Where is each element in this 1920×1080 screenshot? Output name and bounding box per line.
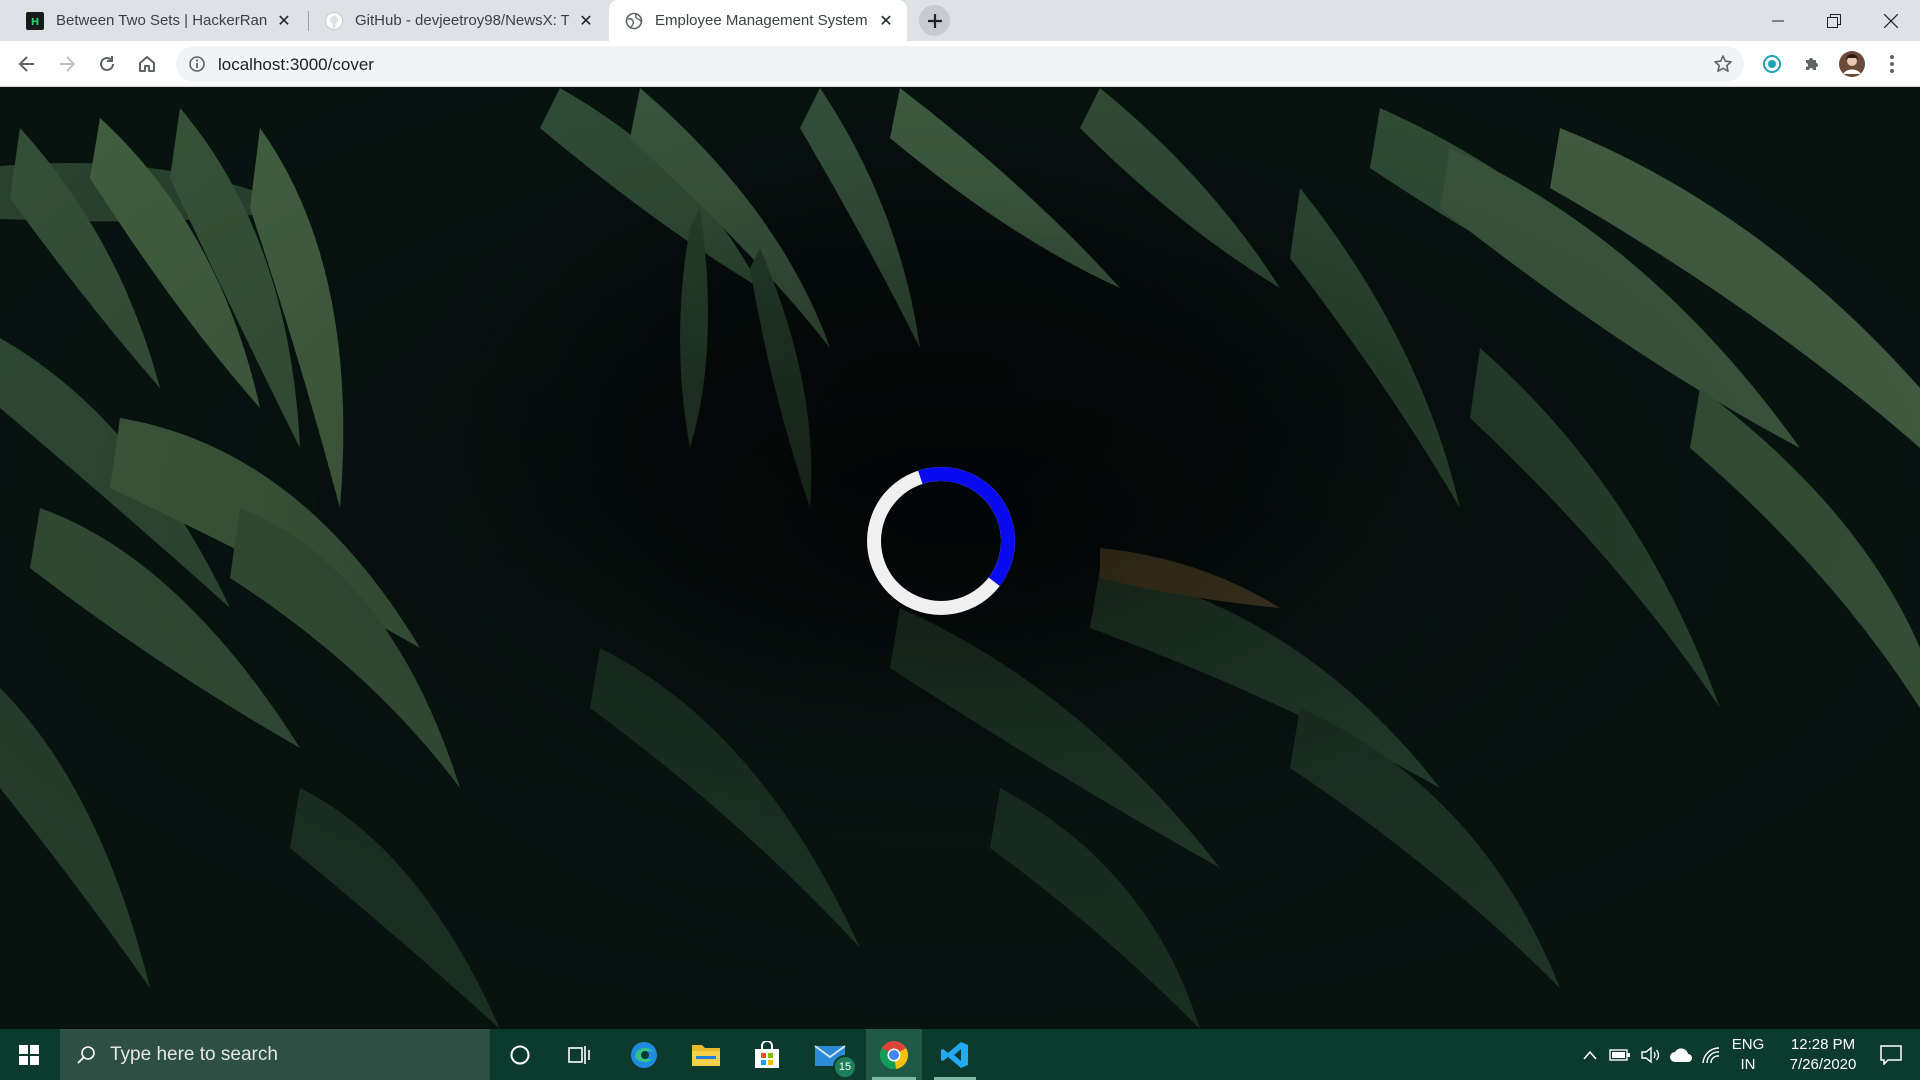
task-view-icon — [568, 1045, 590, 1064]
profile-button[interactable] — [1836, 48, 1868, 80]
svg-text:H: H — [31, 17, 39, 28]
arrow-right-icon — [60, 56, 76, 72]
close-tab-icon[interactable]: ✕ — [577, 12, 595, 30]
hackerrank-icon: H — [26, 11, 44, 30]
battery-button[interactable] — [1607, 1029, 1633, 1080]
taskbar-file-explorer[interactable] — [680, 1029, 732, 1080]
avatar — [1839, 51, 1865, 77]
show-hidden-icons-button[interactable] — [1578, 1029, 1602, 1080]
minimize-icon — [1771, 20, 1784, 21]
browser-toolbar: localhost:3000/cover — [0, 41, 1920, 87]
puzzle-icon — [1806, 58, 1818, 70]
folder-icon — [692, 1044, 720, 1066]
home-button[interactable] — [131, 48, 163, 80]
cover-page — [0, 88, 1920, 1029]
action-center-button[interactable] — [1862, 1029, 1920, 1080]
clock-date: 7/26/2020 — [1789, 1055, 1857, 1073]
start-button[interactable] — [0, 1029, 58, 1080]
windows-logo-icon — [19, 1044, 39, 1065]
vscode-icon — [941, 1041, 968, 1068]
taskbar-vscode[interactable] — [928, 1029, 982, 1080]
url-text: localhost:3000/cover — [218, 55, 374, 74]
more-vert-icon — [1890, 55, 1894, 73]
network-button[interactable] — [1698, 1029, 1724, 1080]
taskbar-mail[interactable]: 15 — [803, 1029, 857, 1080]
onedrive-button[interactable] — [1667, 1029, 1695, 1080]
taskbar-chrome[interactable] — [866, 1029, 922, 1080]
clock[interactable]: 12:28 PM 7/26/2020 — [1773, 1029, 1873, 1080]
plus-icon — [927, 13, 942, 28]
wifi-icon — [1702, 1046, 1720, 1063]
edge-icon — [631, 1041, 657, 1068]
loading-spinner — [867, 467, 1015, 615]
region-code: IN — [1740, 1055, 1756, 1073]
spinner-arc — [867, 467, 1015, 615]
tab-hackerrank[interactable]: H Between Two Sets | HackerRank ✕ — [0, 0, 305, 41]
battery-icon — [1609, 1048, 1630, 1061]
cortana-button[interactable] — [495, 1029, 545, 1080]
github-icon — [325, 11, 343, 30]
home-icon — [139, 56, 155, 72]
taskbar-store[interactable] — [741, 1029, 793, 1080]
extensions-menu-button[interactable] — [1796, 48, 1828, 80]
windows-taskbar: Type here to search 15 ENG IN 12:28 PM 7… — [0, 1029, 1920, 1080]
globe-icon — [625, 12, 643, 30]
store-bag-icon — [755, 1040, 779, 1068]
extension-button[interactable] — [1756, 48, 1788, 80]
clock-time: 12:28 PM — [1790, 1035, 1856, 1053]
restore-icon — [1826, 13, 1841, 28]
task-view-button[interactable] — [555, 1029, 605, 1080]
tab-title: Between Two Sets | HackerRank — [56, 12, 267, 29]
browser-menu-button[interactable] — [1876, 48, 1908, 80]
close-tab-icon[interactable]: ✕ — [877, 12, 895, 30]
minimize-button[interactable] — [1750, 0, 1805, 41]
new-tab-button[interactable] — [919, 5, 950, 36]
speaker-icon — [1641, 1046, 1660, 1063]
restore-button[interactable] — [1806, 0, 1861, 41]
language-code: ENG — [1731, 1035, 1765, 1053]
tab-strip: H Between Two Sets | HackerRank ✕ GitHub… — [0, 0, 1920, 41]
tab-employee-management[interactable]: Employee Management System ✕ — [609, 0, 907, 41]
chevron-up-icon — [1583, 1050, 1597, 1059]
close-window-button[interactable] — [1863, 0, 1918, 41]
arrow-left-icon — [18, 56, 34, 72]
extension-circle-icon — [1763, 55, 1781, 73]
search-icon — [76, 1045, 96, 1065]
reload-icon — [100, 56, 114, 71]
address-bar[interactable]: localhost:3000/cover — [176, 46, 1744, 82]
cortana-circle-icon — [510, 1045, 530, 1064]
close-icon — [1883, 13, 1898, 28]
tab-github[interactable]: GitHub - devjeetroy98/NewsX: Th ✕ — [309, 0, 607, 41]
bookmark-star-icon[interactable] — [1712, 53, 1734, 75]
language-indicator[interactable]: ENG IN — [1728, 1029, 1768, 1080]
search-placeholder: Type here to search — [110, 1043, 278, 1065]
taskbar-edge[interactable] — [618, 1029, 670, 1080]
info-icon[interactable] — [188, 55, 206, 73]
notification-icon — [1880, 1044, 1902, 1065]
taskbar-search[interactable]: Type here to search — [60, 1029, 490, 1080]
cloud-icon — [1670, 1047, 1692, 1062]
forward-button[interactable] — [51, 48, 83, 80]
tab-title: GitHub - devjeetroy98/NewsX: Th — [355, 12, 569, 29]
close-tab-icon[interactable]: ✕ — [275, 12, 293, 30]
reload-button[interactable] — [91, 48, 123, 80]
tab-title: Employee Management System — [655, 12, 868, 29]
chrome-icon — [880, 1040, 908, 1069]
back-button[interactable] — [11, 48, 43, 80]
volume-button[interactable] — [1637, 1029, 1663, 1080]
mail-badge: 15 — [833, 1055, 857, 1079]
